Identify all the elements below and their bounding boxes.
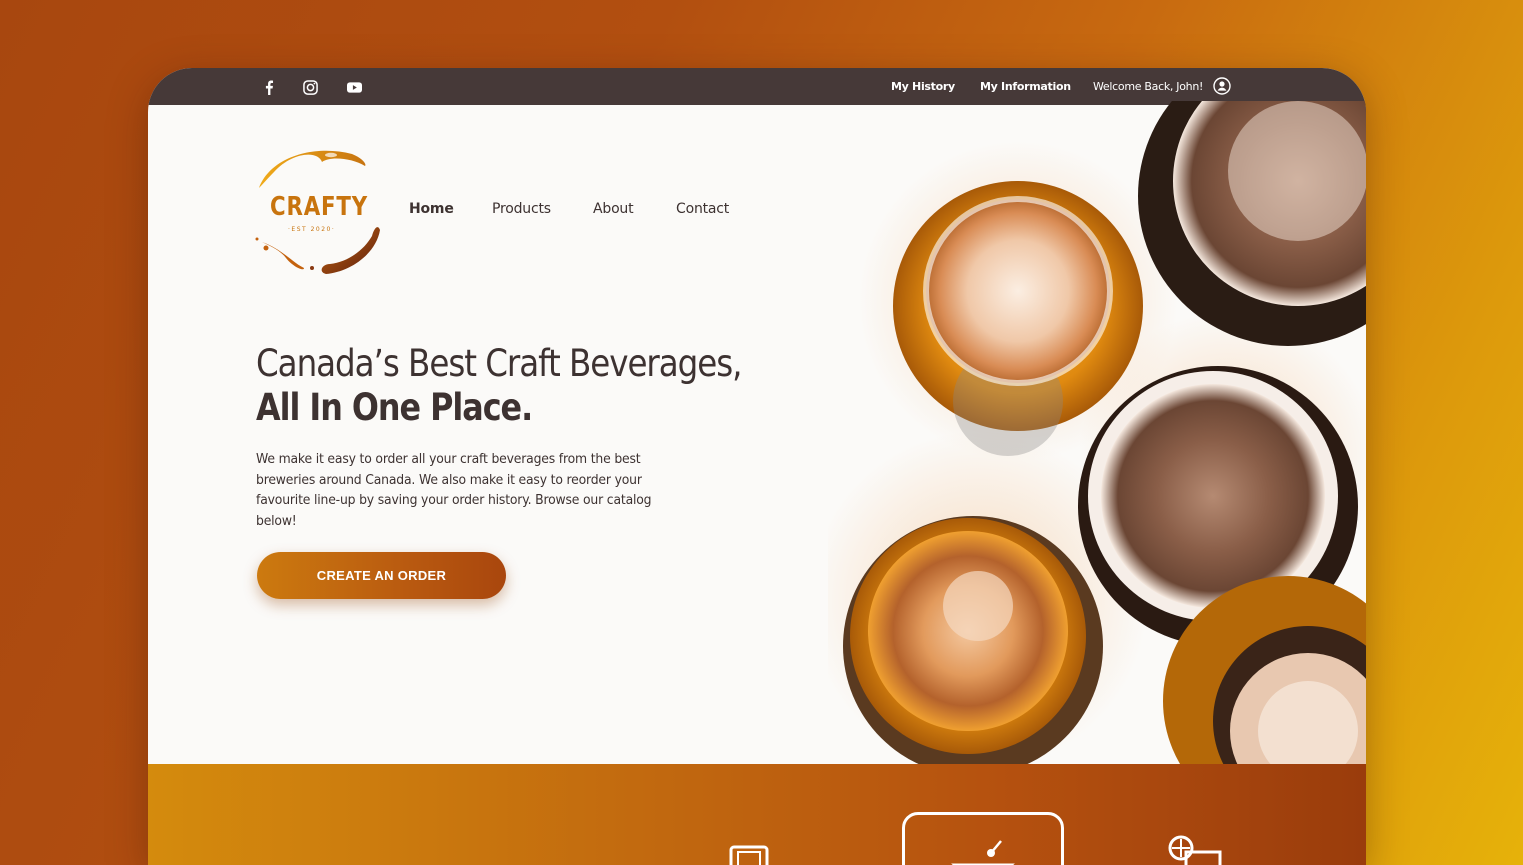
cocktail-icon [951, 837, 1017, 865]
create-order-button[interactable]: CREATE AN ORDER [257, 552, 506, 599]
hero-title-line2: All In One Place. [256, 386, 533, 429]
citrus-drink-icon[interactable] [1164, 834, 1224, 865]
facebook-icon[interactable] [260, 78, 278, 96]
top-bar: My History My Information Welcome Back, … [148, 68, 1366, 105]
youtube-icon[interactable] [345, 78, 363, 96]
hero-description: We make it easy to order all your craft … [256, 451, 652, 529]
logo-name: CRAFTY [270, 192, 369, 222]
my-history-link[interactable]: My History [891, 80, 955, 93]
my-information-link[interactable]: My Information [980, 80, 1071, 93]
glass-icon[interactable] [728, 842, 770, 865]
welcome-text: Welcome Back, John! [1093, 80, 1204, 93]
nav-home[interactable]: Home [409, 201, 454, 217]
instagram-icon[interactable] [301, 78, 319, 96]
cocktail-category-card[interactable] [902, 812, 1064, 865]
hero-title-line1: Canada’s Best Craft Beverages, [256, 342, 742, 385]
nav-contact[interactable]: Contact [676, 201, 729, 217]
categories-band [148, 764, 1366, 865]
beer-glasses-image [808, 68, 1366, 826]
nav-products[interactable]: Products [492, 201, 551, 217]
nav-about[interactable]: About [593, 201, 634, 217]
logo-tagline: ·EST 2020· [288, 226, 336, 233]
user-circle-icon[interactable] [1213, 77, 1231, 95]
browser-frame: My History My Information Welcome Back, … [148, 68, 1366, 865]
